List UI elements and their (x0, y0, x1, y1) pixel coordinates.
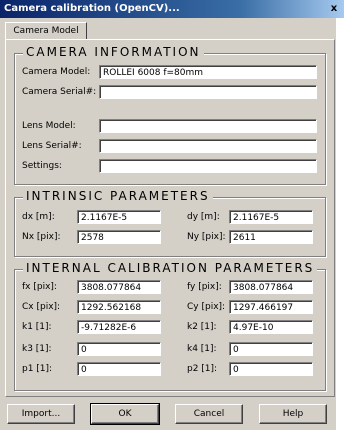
dy-field[interactable]: 2.1167E-5 (229, 210, 313, 224)
nx-label: Nx [pix]: (22, 232, 61, 242)
lens-serial-field[interactable] (99, 139, 317, 153)
close-icon[interactable]: x (327, 2, 341, 16)
intrinsic-parameters-title: INTRINSIC PARAMETERS (23, 189, 213, 203)
lens-model-field[interactable] (99, 119, 317, 133)
k3-field[interactable]: 0 (77, 342, 161, 356)
tab-camera-model[interactable]: Camera Model (5, 22, 87, 40)
fy-label: fy [pix]: (187, 282, 222, 292)
help-button[interactable]: Help (259, 404, 327, 424)
k1-field[interactable]: -9.71282E-6 (77, 320, 161, 334)
k3-label: k3 [1]: (22, 344, 52, 354)
intrinsic-parameters-group: INTRINSIC PARAMETERS dx [m]: 2.1167E-5 d… (14, 189, 326, 257)
k4-label: k4 [1]: (187, 344, 217, 354)
fx-label: fx [pix]: (22, 282, 57, 292)
cy-field[interactable]: 1297.466197 (229, 300, 313, 314)
camera-model-label: Camera Model: (22, 67, 91, 77)
title-bar[interactable]: Camera calibration (OpenCV)... x (0, 0, 344, 18)
ok-button[interactable]: OK (90, 403, 160, 425)
button-bar: Import... OK Cancel Help (5, 402, 333, 426)
settings-field[interactable] (99, 159, 317, 173)
k4-field[interactable]: 0 (229, 342, 313, 356)
k2-field[interactable]: 4.97E-10 (229, 320, 313, 334)
p1-label: p1 [1]: (22, 364, 53, 374)
p1-field[interactable]: 0 (77, 362, 161, 376)
settings-label: Settings: (22, 161, 62, 171)
dy-label: dy [m]: (187, 212, 220, 222)
dx-label: dx [m]: (22, 212, 55, 222)
dx-field[interactable]: 2.1167E-5 (77, 210, 161, 224)
k2-label: k2 [1]: (187, 322, 217, 332)
camera-information-title: CAMERA INFORMATION (23, 45, 204, 59)
internal-calibration-group: INTERNAL CALIBRATION PARAMETERS fx [pix]… (14, 261, 326, 391)
nx-field[interactable]: 2578 (77, 230, 161, 244)
lens-serial-label: Lens Serial#: (22, 141, 82, 151)
import-button[interactable]: Import... (7, 404, 75, 424)
camera-information-group: CAMERA INFORMATION Camera Model: ROLLEI … (14, 45, 326, 185)
cx-field[interactable]: 1292.562168 (77, 300, 161, 314)
tab-page: CAMERA INFORMATION Camera Model: ROLLEI … (5, 39, 335, 397)
window-title: Camera calibration (OpenCV)... (4, 3, 180, 14)
fy-field[interactable]: 3808.077864 (229, 280, 313, 294)
k1-label: k1 [1]: (22, 322, 52, 332)
lens-model-label: Lens Model: (22, 121, 76, 131)
cy-label: Cy [pix]: (187, 302, 226, 312)
cx-label: Cx [pix]: (22, 302, 61, 312)
internal-calibration-title: INTERNAL CALIBRATION PARAMETERS (23, 261, 318, 275)
camera-model-field[interactable]: ROLLEI 6008 f=80mm (99, 65, 317, 79)
camera-serial-label: Camera Serial#: (22, 87, 97, 97)
p2-field[interactable]: 0 (229, 362, 313, 376)
cancel-button[interactable]: Cancel (175, 404, 243, 424)
fx-field[interactable]: 3808.077864 (77, 280, 161, 294)
p2-label: p2 [1]: (187, 364, 218, 374)
camera-serial-field[interactable] (99, 85, 317, 99)
ny-label: Ny [pix]: (187, 232, 226, 242)
calibration-dialog: Camera calibration (OpenCV)... x Camera … (0, 0, 344, 430)
ny-field[interactable]: 2611 (229, 230, 313, 244)
